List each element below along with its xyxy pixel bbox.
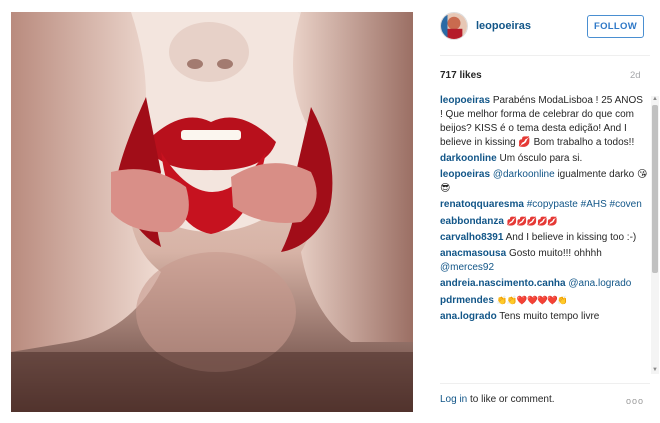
footer-divider [440,383,650,384]
header-divider [440,55,650,56]
comment: andreia.nascimento.canha @ana.logrado [440,277,648,291]
likes-count[interactable]: 717 likes [440,70,482,81]
footer: Log in to like or comment. [440,394,650,405]
comment-mention[interactable]: @merces92 [440,262,494,273]
scroll-up-arrow-icon[interactable]: ▲ [651,96,659,103]
post-image[interactable] [11,12,413,412]
comment-user[interactable]: anacmasousa [440,248,506,259]
comment: ana.logrado Tens muito tempo livre [440,310,648,324]
comment-hashtags[interactable]: #copypaste #AHS #coven [527,199,642,210]
profile-avatar[interactable] [440,12,468,40]
comment-user[interactable]: carvalho8391 [440,232,503,243]
post-photo [11,12,413,412]
comments-scrollbar[interactable]: ▲ ▼ [651,96,659,374]
comment-user[interactable]: andreia.nascimento.canha [440,278,566,289]
footer-text: to like or comment. [467,394,555,405]
comment: eabbondanza 💋💋💋💋💋 [440,214,648,229]
comment-text: Gosto muito!!! ohhhh [508,248,602,259]
comment-user[interactable]: leopoeiras [440,169,490,180]
comment: carvalho8391 And I believe in kissing to… [440,231,648,245]
post-header: leopoeiras FOLLOW [430,10,660,46]
comment-text: And I believe in kissing too :-) [505,232,637,243]
header-username[interactable]: leopoeiras [476,20,531,32]
comment-user[interactable]: leopoeiras [440,95,490,106]
comment-mention[interactable]: @darkoonline [493,169,555,180]
comment-user[interactable]: renatoqquaresma [440,199,524,210]
avatar-image [441,13,467,39]
comment: leopoeiras @darkoonline igualmente darko… [440,168,648,196]
more-options-icon[interactable]: ooo [626,396,644,406]
comments-list: leopoeiras Parabéns ModaLisboa ! 25 ANOS… [440,94,648,376]
comment-user[interactable]: ana.logrado [440,311,497,322]
scroll-down-arrow-icon[interactable]: ▼ [651,367,659,374]
follow-button[interactable]: FOLLOW [587,15,644,38]
login-link[interactable]: Log in [440,394,467,405]
scroll-thumb[interactable] [652,105,658,273]
comment-text: 👏👏❤️❤️❤️❤️👏 [496,295,568,305]
comment-mention[interactable]: @ana.logrado [568,278,631,289]
comment-text: Tens muito tempo livre [499,311,600,322]
comment-user[interactable]: pdrmendes [440,295,494,306]
comment-text: 💋💋💋💋💋 [506,216,558,226]
post-time[interactable]: 2d [630,70,641,81]
comment: anacmasousa Gosto muito!!! ohhhh @merces… [440,247,648,275]
comment-user[interactable]: eabbondanza [440,216,504,227]
comment: darkoonline Um ósculo para si. [440,152,648,166]
comment-text: Um ósculo para si. [499,153,583,164]
post-sidebar: leopoeiras FOLLOW 717 likes 2d leopoeira… [430,0,660,423]
comment: renatoqquaresma #copypaste #AHS #coven [440,198,648,212]
comment: leopoeiras Parabéns ModaLisboa ! 25 ANOS… [440,94,648,150]
comment-user[interactable]: darkoonline [440,153,497,164]
comment: pdrmendes 👏👏❤️❤️❤️❤️👏 [440,293,648,308]
